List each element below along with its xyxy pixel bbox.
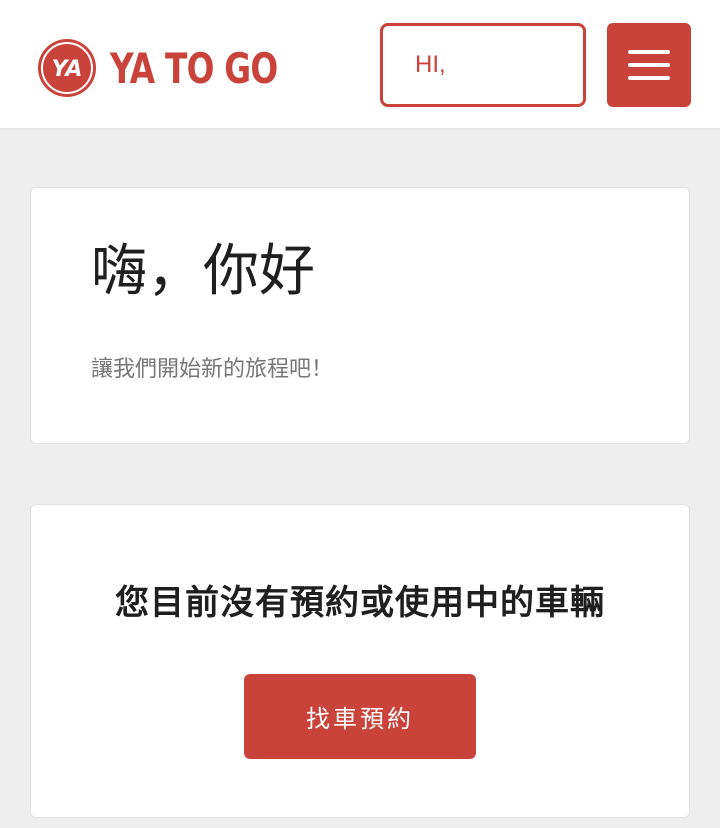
menu-button[interactable] (607, 23, 691, 107)
yatogo-logo[interactable]: YA YA TO GO (36, 37, 325, 99)
hamburger-line-2 (628, 63, 670, 67)
logo-wordmark: YA TO GO (110, 43, 278, 93)
greeting-title: 嗨，你好 (91, 239, 315, 304)
find-car-booking-button[interactable]: 找車預約 (244, 674, 476, 759)
hamburger-line-3 (628, 76, 670, 80)
reservation-status-card: 您目前沒有預約或使用中的車輛 找車預約 (30, 504, 690, 818)
greeting-card: 嗨，你好 讓我們開始新的旅程吧！ (30, 187, 690, 444)
hamburger-line-1 (628, 50, 670, 54)
logo-badge-icon: YA (38, 39, 96, 97)
logo-badge-text: YA (52, 57, 83, 82)
top-header: YA YA TO GO HI, (0, 0, 720, 128)
user-greeting-text: HI, (415, 51, 446, 78)
greeting-subtitle: 讓我們開始新的旅程吧！ (91, 357, 334, 382)
no-reservation-message: 您目前沒有預約或使用中的車輛 (115, 583, 605, 623)
user-greeting-box[interactable]: HI, (380, 23, 586, 107)
